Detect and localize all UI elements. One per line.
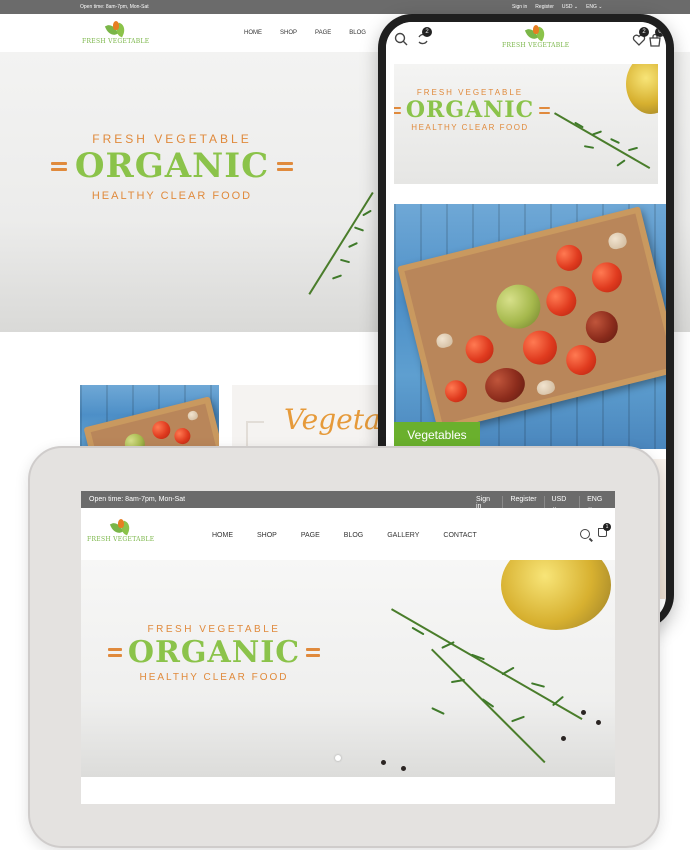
hero-subtitle-bottom: HEALTHY CLEAR FOOD — [411, 123, 529, 132]
menu-item-blog[interactable]: BLOG — [349, 30, 366, 36]
tablet-main-menu: HOME SHOP PAGE BLOG GALLERY CONTACT — [212, 532, 477, 539]
leaf-icon — [524, 25, 547, 42]
register-link[interactable]: Register — [535, 4, 554, 10]
menu-item-page[interactable]: PAGE — [301, 532, 320, 539]
hero-title: ORGANIC — [127, 635, 301, 670]
hero-title: ORGANIC — [405, 97, 535, 123]
desktop-topbar: Open time: 8am-7pm, Mon-Sat Sign in Regi… — [0, 0, 690, 14]
phone-header: 2 FRESH VEGETABLE 2 0 — [386, 22, 666, 60]
rosemary-image — [308, 182, 382, 302]
desktop-main-menu: HOME SHOP PAGE BLOG G — [244, 30, 389, 36]
leaf-icon — [104, 21, 127, 38]
rosemary-image — [544, 84, 654, 184]
currency-select[interactable]: USD ⌄ — [562, 4, 578, 10]
cart-count-badge: 1 — [603, 523, 611, 531]
tablet-header: FRESH VEGETABLE HOME SHOP PAGE BLOG GALL… — [81, 508, 615, 560]
vegetables-category-label[interactable]: Vegetables — [394, 422, 480, 448]
compare-count-badge: 2 — [422, 27, 432, 37]
logo-text: FRESH VEGETABLE — [82, 38, 150, 45]
menu-item-blog[interactable]: BLOG — [344, 532, 363, 539]
tablet-screen: Open time: 8am-7pm, Mon-Sat Sign in Regi… — [81, 491, 615, 804]
menu-item-shop[interactable]: SHOP — [257, 532, 277, 539]
hero-title: ORGANIC — [74, 146, 270, 186]
menu-item-page[interactable]: PAGE — [315, 30, 331, 36]
phone-hero-slider: FRESH VEGETABLE ORGANIC HEALTHY CLEAR FO… — [394, 64, 658, 184]
leaf-icon — [109, 519, 132, 536]
equals-decoration — [107, 648, 122, 657]
hero-subtitle-top: FRESH VEGETABLE — [92, 132, 252, 146]
logo[interactable]: FRESH VEGETABLE — [82, 21, 149, 45]
equals-decoration — [306, 648, 321, 657]
search-icon[interactable] — [394, 32, 408, 46]
rosemary-image — [371, 590, 591, 770]
hero-subtitle-bottom: HEALTHY CLEAR FOOD — [91, 190, 253, 202]
cart-count-badge: 0 — [655, 27, 665, 37]
logo[interactable]: FRESH VEGETABLE — [87, 519, 154, 543]
tablet-topbar: Open time: 8am-7pm, Mon-Sat Sign in Regi… — [81, 491, 615, 511]
logo[interactable]: FRESH VEGETABLE — [502, 25, 569, 49]
menu-item-contact[interactable]: CONTACT — [443, 532, 476, 539]
logo-text: FRESH VEGETABLE — [87, 536, 155, 543]
menu-item-home[interactable]: HOME — [244, 30, 262, 36]
vegetable-tray-image[interactable] — [394, 204, 666, 449]
language-select[interactable]: ENG ⌄ — [586, 4, 602, 10]
hero-subtitle-top: FRESH VEGETABLE — [416, 88, 524, 97]
tablet-hero-slider: FRESH VEGETABLE ORGANIC HEALTHY CLEAR FO… — [81, 560, 615, 777]
hero-caption: FRESH VEGETABLE ORGANIC HEALTHY CLEAR FO… — [394, 88, 551, 132]
sign-in-link[interactable]: Sign in — [512, 4, 527, 10]
slider-dots[interactable] — [335, 755, 341, 761]
equals-decoration — [277, 161, 294, 171]
hero-subtitle-bottom: HEALTHY CLEAR FOOD — [139, 672, 289, 683]
equals-decoration — [50, 161, 67, 171]
logo-text: FRESH VEGETABLE — [502, 42, 570, 49]
tablet-mockup: Open time: 8am-7pm, Mon-Sat Sign in Regi… — [28, 446, 660, 848]
open-time-text: Open time: 8am-7pm, Mon-Sat — [80, 4, 149, 10]
equals-decoration — [394, 106, 401, 114]
slider-dot[interactable] — [335, 755, 341, 761]
menu-item-home[interactable]: HOME — [212, 532, 233, 539]
hero-caption: FRESH VEGETABLE ORGANIC HEALTHY CLEAR FO… — [107, 624, 321, 683]
search-icon[interactable] — [580, 529, 590, 539]
open-time-text: Open time: 8am-7pm, Mon-Sat — [89, 496, 186, 503]
menu-item-gallery[interactable]: GALLERY — [387, 532, 419, 539]
hero-caption: FRESH VEGETABLE ORGANIC HEALTHY CLEAR FO… — [50, 132, 294, 202]
menu-item-shop[interactable]: SHOP — [280, 30, 297, 36]
hero-subtitle-top: FRESH VEGETABLE — [147, 624, 281, 635]
